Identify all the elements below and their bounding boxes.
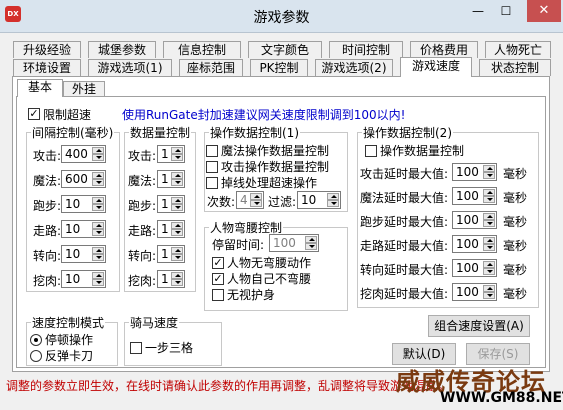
interval-run-spinner[interactable]: 10: [61, 195, 106, 213]
bow-ignore-shield-label: 无视护身: [227, 288, 276, 302]
interval-attack-label: 攻击:: [33, 149, 62, 163]
op2-turn-spinner[interactable]: 100: [452, 259, 497, 277]
bow-no-bow-label: 人物无弯腰动作: [227, 256, 312, 270]
interval-run-label: 跑步:: [33, 199, 62, 213]
limit-speed-checkbox[interactable]: ✓: [28, 108, 40, 120]
op2-run-label: 跑步延时最大值:: [360, 215, 449, 229]
tab-death[interactable]: 人物死亡: [485, 41, 551, 58]
limit-speed-label: 限制超速: [43, 108, 92, 122]
tab-info-control[interactable]: 信息控制: [163, 41, 241, 58]
bow-self-no-bow-checkbox[interactable]: ✓: [212, 273, 224, 285]
interval-walk-label: 走路:: [33, 224, 62, 238]
mode-bounce-label: 反弹卡刀: [45, 349, 94, 363]
mode-pause-radio[interactable]: [30, 334, 42, 346]
op2-attack-label: 攻击延时最大值:: [360, 167, 449, 181]
bow-no-bow-checkbox[interactable]: ✓: [212, 257, 224, 269]
close-button[interactable]: ✕: [527, 0, 561, 22]
tab-game-options-2[interactable]: 游戏选项(2): [315, 59, 393, 76]
interval-dig-label: 挖肉:: [33, 274, 62, 288]
count-turn-spinner[interactable]: 1: [157, 245, 185, 263]
count-attack-spinner[interactable]: 1: [157, 145, 185, 163]
count-dig-spinner[interactable]: 1: [157, 270, 185, 288]
op1-attack-checkbox[interactable]: [206, 161, 218, 173]
tab-time-control[interactable]: 时间控制: [329, 41, 403, 58]
op2-walk-unit: 毫秒: [503, 239, 528, 253]
mode-bounce-radio[interactable]: [30, 350, 42, 362]
interval-walk-spinner[interactable]: 10: [61, 220, 106, 238]
tab-status-control[interactable]: 状态控制: [479, 59, 551, 76]
interval-dig-spinner[interactable]: 10: [61, 270, 106, 288]
op1-times-spinner[interactable]: 4: [236, 191, 264, 209]
bow-self-no-bow-label: 人物自己不弯腰: [227, 272, 312, 286]
count-attack-label: 攻击:: [128, 149, 157, 163]
op2-walk-label: 走路延时最大值:: [360, 239, 449, 253]
count-run-label: 跑步:: [128, 199, 157, 213]
combo-speed-button[interactable]: 组合速度设置(A): [428, 315, 530, 337]
interval-turn-spinner[interactable]: 10: [61, 245, 106, 263]
count-walk-label: 走路:: [128, 224, 157, 238]
count-run-spinner[interactable]: 1: [157, 195, 185, 213]
maximize-button[interactable]: ☐: [494, 2, 518, 20]
op1-attack-label: 攻击操作数据量控制: [221, 160, 330, 174]
op1-filter-spinner[interactable]: 10: [297, 191, 341, 209]
op2-magic-spinner[interactable]: 100: [452, 187, 497, 205]
op1-disconnect-label: 掉线处理超速操作: [221, 176, 318, 190]
op1-group-title: 操作数据控制(1): [209, 124, 300, 141]
interval-magic-label: 魔法:: [33, 174, 62, 188]
op2-dig-unit: 毫秒: [503, 287, 528, 301]
speed-notice: 使用RunGate封加速建议网关速度限制调到100以内!: [122, 108, 406, 122]
subtab-plugin[interactable]: 外挂: [63, 81, 105, 97]
tab-coordinates[interactable]: 座标范围: [179, 59, 243, 76]
op1-filter-label: 过滤:: [268, 195, 297, 209]
op2-dig-spinner[interactable]: 100: [452, 283, 497, 301]
op1-magic-checkbox[interactable]: [206, 145, 218, 157]
count-walk-spinner[interactable]: 1: [157, 220, 185, 238]
subtab-basic[interactable]: 基本: [17, 79, 63, 97]
count-turn-label: 转向:: [128, 249, 157, 263]
tab-pk-control[interactable]: PK控制: [250, 59, 308, 76]
interval-turn-label: 转向:: [33, 249, 62, 263]
count-magic-label: 魔法:: [128, 174, 157, 188]
tab-game-speed[interactable]: 游戏速度: [400, 57, 472, 77]
op2-check-label: 操作数据量控制: [380, 144, 465, 158]
count-dig-label: 挖肉:: [128, 274, 157, 288]
op2-attack-spinner[interactable]: 100: [452, 163, 497, 181]
op1-magic-label: 魔法操作数据量控制: [221, 144, 330, 158]
op2-walk-spinner[interactable]: 100: [452, 235, 497, 253]
tab-environment[interactable]: 环境设置: [13, 59, 81, 76]
tab-text-color[interactable]: 文字颜色: [248, 41, 322, 58]
ride-three-step-label: 一步三格: [145, 341, 194, 355]
interval-attack-spinner[interactable]: 400: [61, 145, 106, 163]
bow-stay-spinner[interactable]: 100: [269, 234, 319, 252]
op2-run-spinner[interactable]: 100: [452, 211, 497, 229]
interval-magic-spinner[interactable]: 600: [61, 170, 106, 188]
op2-checkbox[interactable]: [365, 145, 377, 157]
op2-attack-unit: 毫秒: [503, 167, 528, 181]
count-magic-spinner[interactable]: 1: [157, 170, 185, 188]
speed-mode-title: 速度控制模式: [31, 314, 106, 331]
mode-pause-label: 停顿操作: [45, 333, 94, 347]
bow-stay-label: 停留时间:: [212, 238, 265, 252]
op2-run-unit: 毫秒: [503, 215, 528, 229]
ride-speed-title: 骑马速度: [129, 314, 180, 331]
bow-ignore-shield-checkbox[interactable]: [212, 289, 224, 301]
interval-group-title: 间隔控制(毫秒): [31, 124, 115, 141]
op2-magic-unit: 毫秒: [503, 191, 528, 205]
minimize-button[interactable]: —: [466, 2, 490, 20]
tab-level-exp[interactable]: 升级经验: [13, 41, 81, 58]
ride-three-step-checkbox[interactable]: [130, 342, 142, 354]
count-group-title: 数据量控制: [129, 124, 192, 141]
op1-times-label: 次数:: [207, 195, 236, 209]
op2-turn-unit: 毫秒: [503, 263, 528, 277]
op2-group-title: 操作数据控制(2): [362, 124, 453, 141]
tab-price[interactable]: 价格费用: [410, 41, 478, 58]
tab-game-options-1[interactable]: 游戏选项(1): [88, 59, 172, 76]
op2-dig-label: 挖肉延时最大值:: [360, 287, 449, 301]
op1-disconnect-checkbox[interactable]: [206, 177, 218, 189]
op2-turn-label: 转向延时最大值:: [360, 263, 449, 277]
watermark-url: WWW.GM88.NET: [440, 390, 563, 406]
tab-castle[interactable]: 城堡参数: [88, 41, 156, 58]
op2-magic-label: 魔法延时最大值:: [360, 191, 449, 205]
